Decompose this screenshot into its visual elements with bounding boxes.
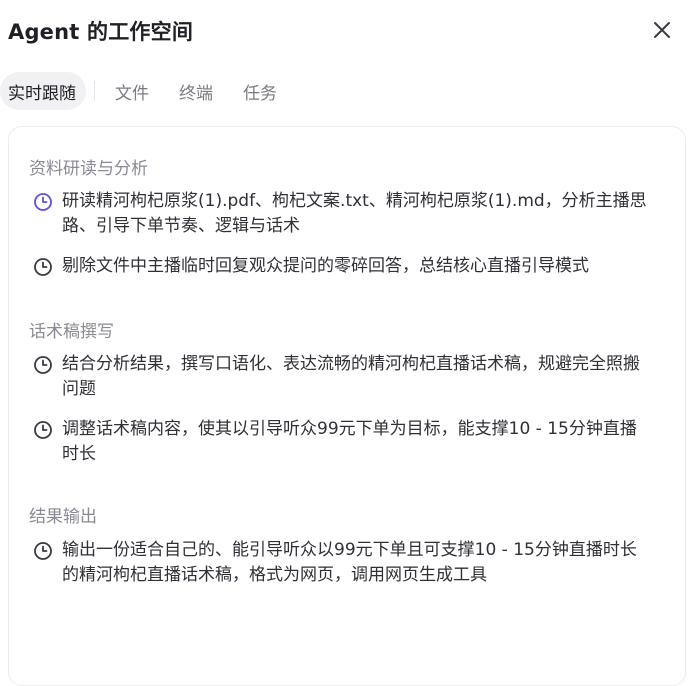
task-text: 研读精河枸杞原浆(1).pdf、枸杞文案.txt、精河枸杞原浆(1).md，分析… (62, 191, 647, 236)
task-item: 调整话术稿内容，使其以引导听众99元下单为目标，能支撑10 - 15分钟直播时长 (33, 417, 653, 467)
task-text: 剔除文件中主播临时回复观众提问的零碎回答，总结核心直播引导模式 (62, 256, 589, 276)
page-title: Agent 的工作空间 (8, 20, 194, 44)
clock-icon (34, 542, 52, 560)
task-text: 结合分析结果，撰写口语化、表达流畅的精河枸杞直播话术稿，规避完全照搬问题 (62, 354, 640, 399)
tab-bar: 实时跟随 文件 终端 任务 (0, 72, 287, 110)
close-icon (654, 22, 670, 38)
task-panel: 资料研读与分析 研读精河枸杞原浆(1).pdf、枸杞文案.txt、精河枸杞原浆(… (8, 126, 686, 686)
clock-icon (34, 421, 52, 439)
close-button[interactable] (650, 18, 674, 42)
section-title-output: 结果输出 (29, 507, 97, 527)
clock-icon (34, 193, 52, 211)
workspace-header: Agent 的工作空间 (8, 14, 680, 48)
task-text: 调整话术稿内容，使其以引导听众99元下单为目标，能支撑10 - 15分钟直播时长 (62, 419, 637, 464)
section-title-analysis: 资料研读与分析 (29, 159, 148, 179)
tab-tasks[interactable]: 任务 (233, 72, 287, 110)
task-item: 输出一份适合自己的、能引导听众以99元下单且可支撑10 - 15分钟直播时长的精… (33, 538, 653, 588)
section-title-script-writing: 话术稿撰写 (29, 322, 114, 342)
clock-icon (34, 356, 52, 374)
tab-divider (94, 81, 95, 101)
task-text: 输出一份适合自己的、能引导听众以99元下单且可支撑10 - 15分钟直播时长的精… (62, 540, 637, 585)
tab-live-follow[interactable]: 实时跟随 (0, 72, 86, 110)
tab-terminal[interactable]: 终端 (169, 72, 223, 110)
clock-icon (34, 258, 52, 276)
task-item: 剔除文件中主播临时回复观众提问的零碎回答，总结核心直播引导模式 (33, 254, 653, 279)
tab-files[interactable]: 文件 (105, 72, 159, 110)
task-item: 研读精河枸杞原浆(1).pdf、枸杞文案.txt、精河枸杞原浆(1).md，分析… (33, 189, 653, 239)
task-item: 结合分析结果，撰写口语化、表达流畅的精河枸杞直播话术稿，规避完全照搬问题 (33, 352, 653, 402)
